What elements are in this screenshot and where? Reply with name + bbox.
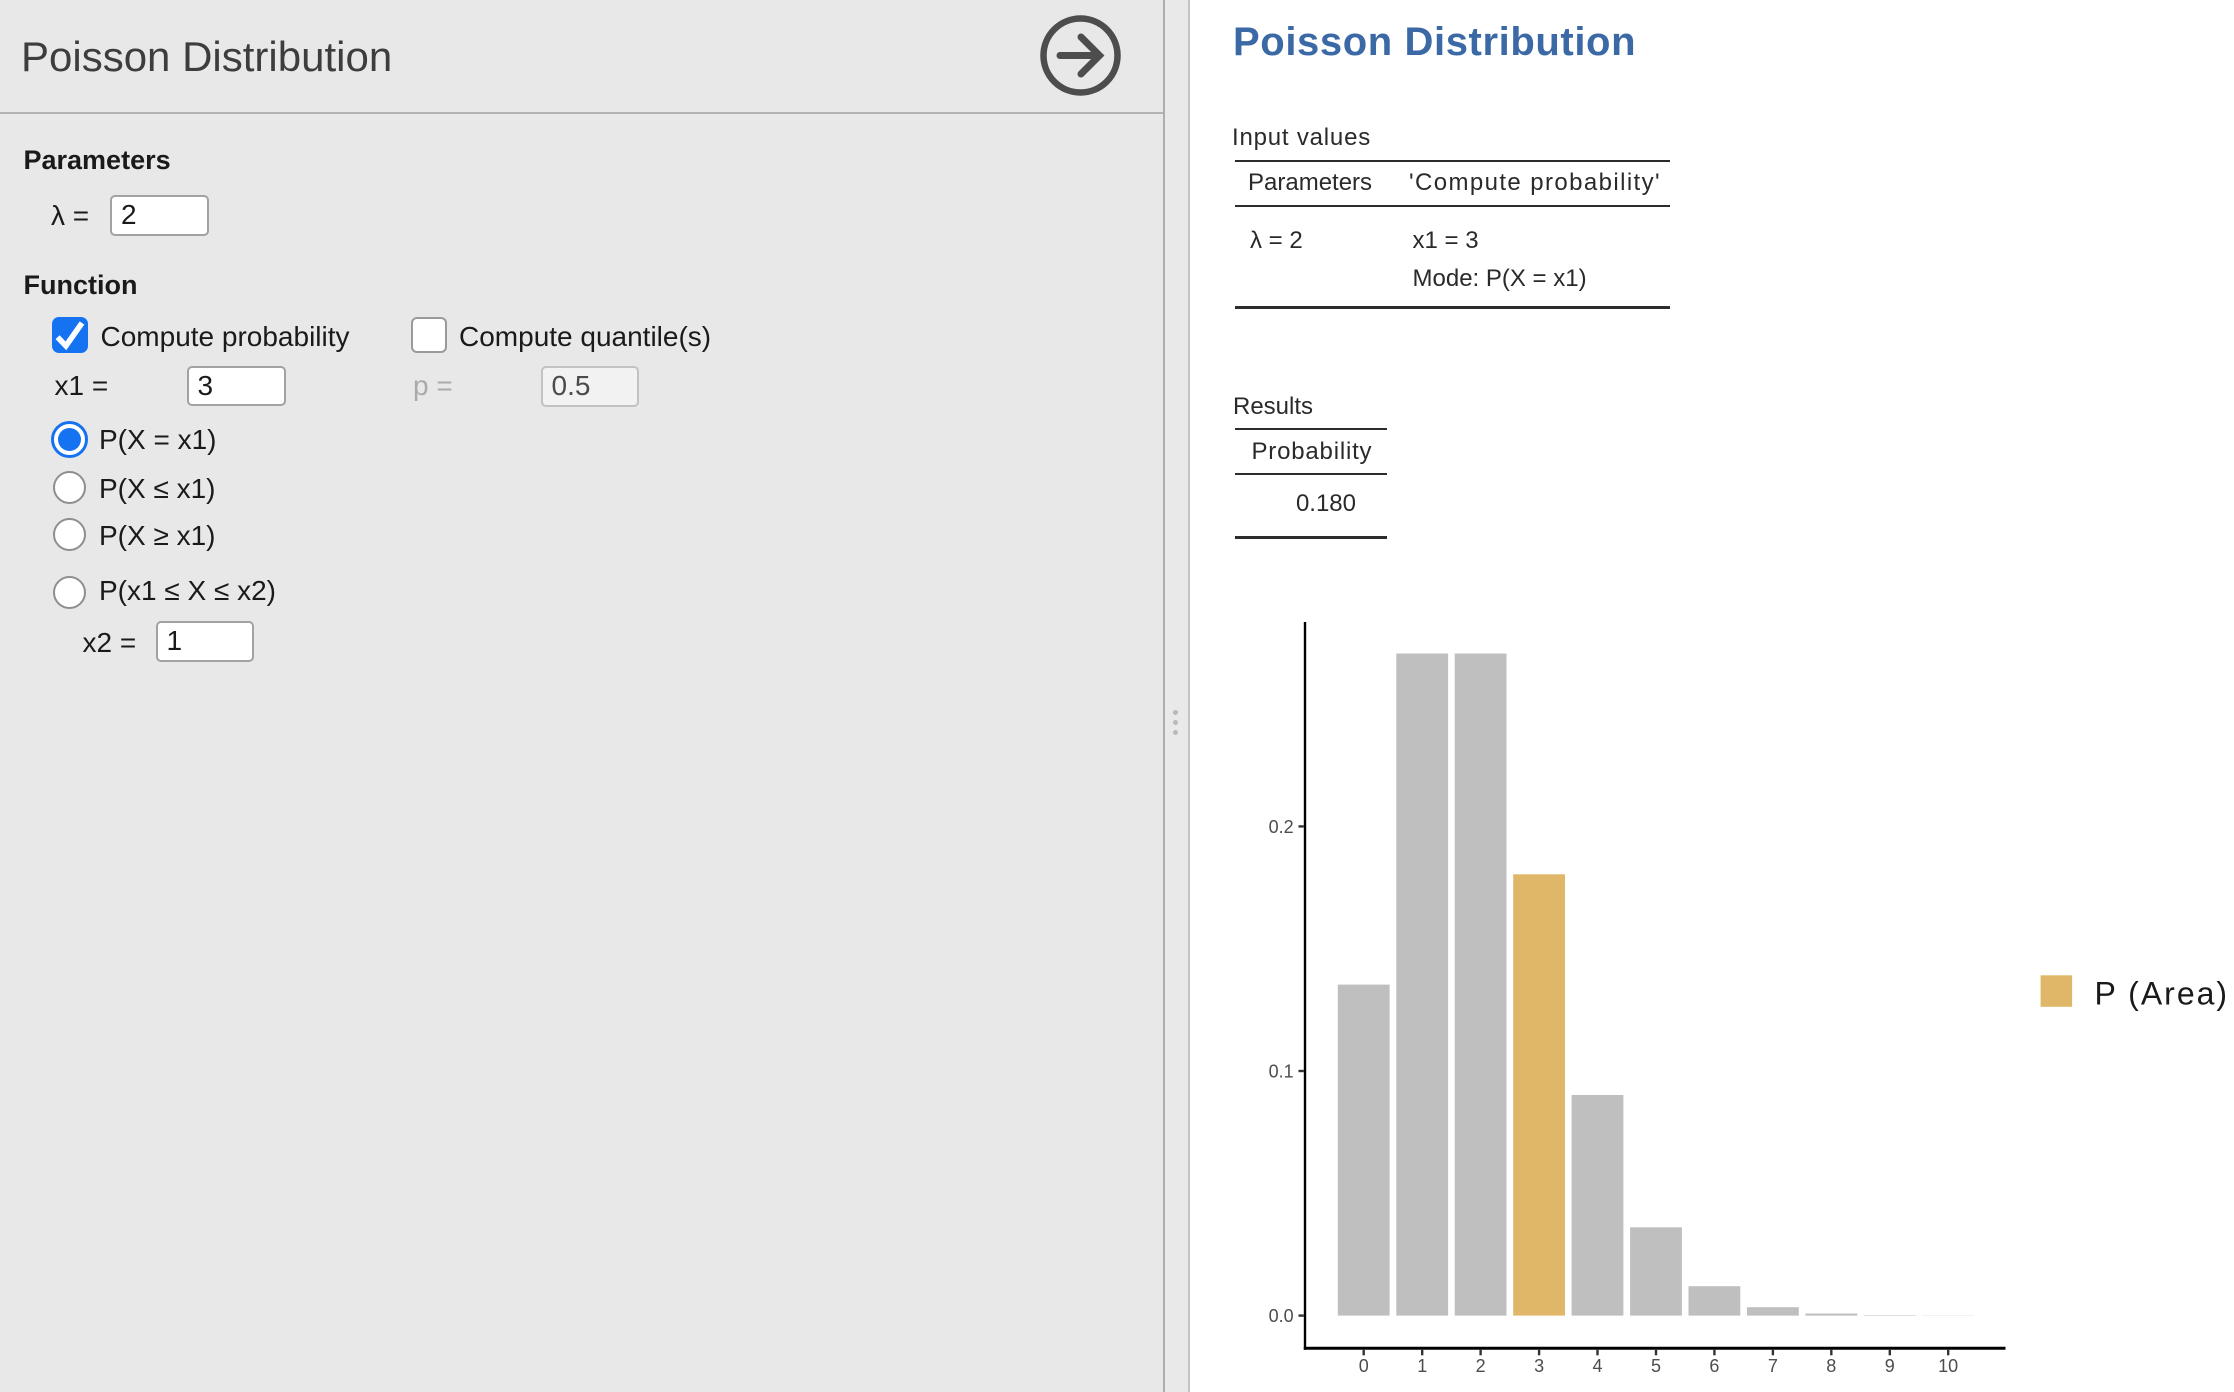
svg-text:1: 1 (1417, 1356, 1427, 1376)
svg-text:P (Area): P (Area) (2095, 975, 2230, 1011)
svg-text:5: 5 (1651, 1356, 1661, 1376)
svg-text:0: 0 (1359, 1356, 1369, 1376)
svg-text:3: 3 (1534, 1356, 1544, 1376)
svg-text:9: 9 (1885, 1356, 1895, 1376)
svg-text:4: 4 (1592, 1356, 1602, 1376)
svg-text:7: 7 (1768, 1356, 1778, 1376)
svg-text:0.1: 0.1 (1269, 1062, 1294, 1082)
svg-text:0.2: 0.2 (1269, 817, 1294, 837)
svg-text:10: 10 (1938, 1356, 1958, 1376)
svg-text:2: 2 (1476, 1356, 1486, 1376)
svg-text:6: 6 (1709, 1356, 1719, 1376)
svg-text:0.0: 0.0 (1269, 1306, 1294, 1326)
svg-text:8: 8 (1826, 1356, 1836, 1376)
